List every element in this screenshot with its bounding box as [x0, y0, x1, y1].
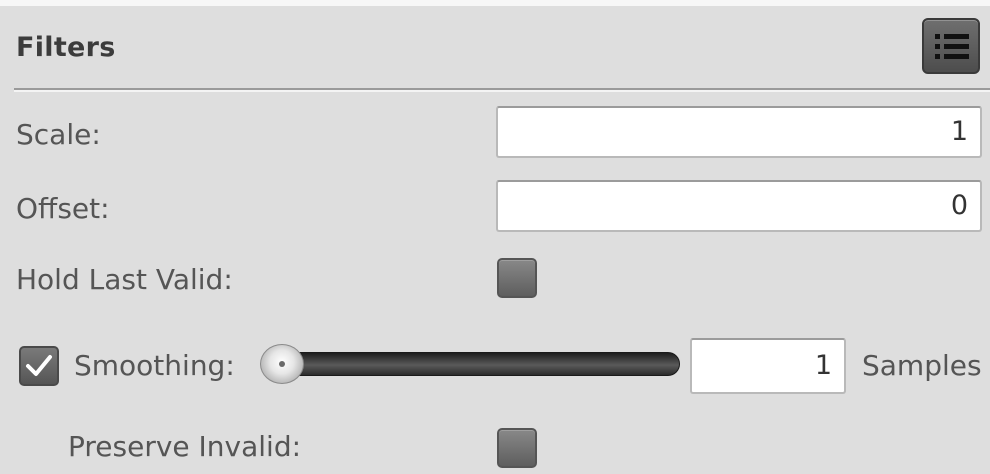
panel-header: Filters [0, 6, 990, 88]
offset-input[interactable]: 0 [496, 180, 982, 232]
list-menu-icon [935, 34, 969, 59]
smoothing-checkbox[interactable] [19, 346, 59, 386]
scale-label: Scale: [16, 118, 101, 151]
menu-button[interactable] [922, 18, 980, 74]
preserve-invalid-checkbox[interactable] [497, 428, 537, 468]
header-divider [14, 88, 990, 92]
filters-panel: Filters Scale: 1 Offset: 0 Hold Last Val… [0, 0, 990, 474]
checkmark-icon [26, 355, 52, 376]
hold-last-valid-label: Hold Last Valid: [16, 263, 233, 296]
slider-thumb-dot [279, 361, 285, 367]
samples-unit-label: Samples [862, 349, 982, 382]
hold-last-valid-checkbox[interactable] [497, 258, 537, 298]
samples-input[interactable]: 1 [690, 338, 846, 394]
smoothing-slider-track[interactable] [262, 352, 680, 376]
offset-label: Offset: [16, 192, 110, 225]
smoothing-label: Smoothing: [74, 349, 235, 382]
preserve-invalid-label: Preserve Invalid: [68, 430, 302, 463]
panel-title: Filters [16, 32, 116, 63]
scale-input[interactable]: 1 [496, 106, 982, 158]
smoothing-slider-thumb[interactable] [260, 344, 304, 384]
